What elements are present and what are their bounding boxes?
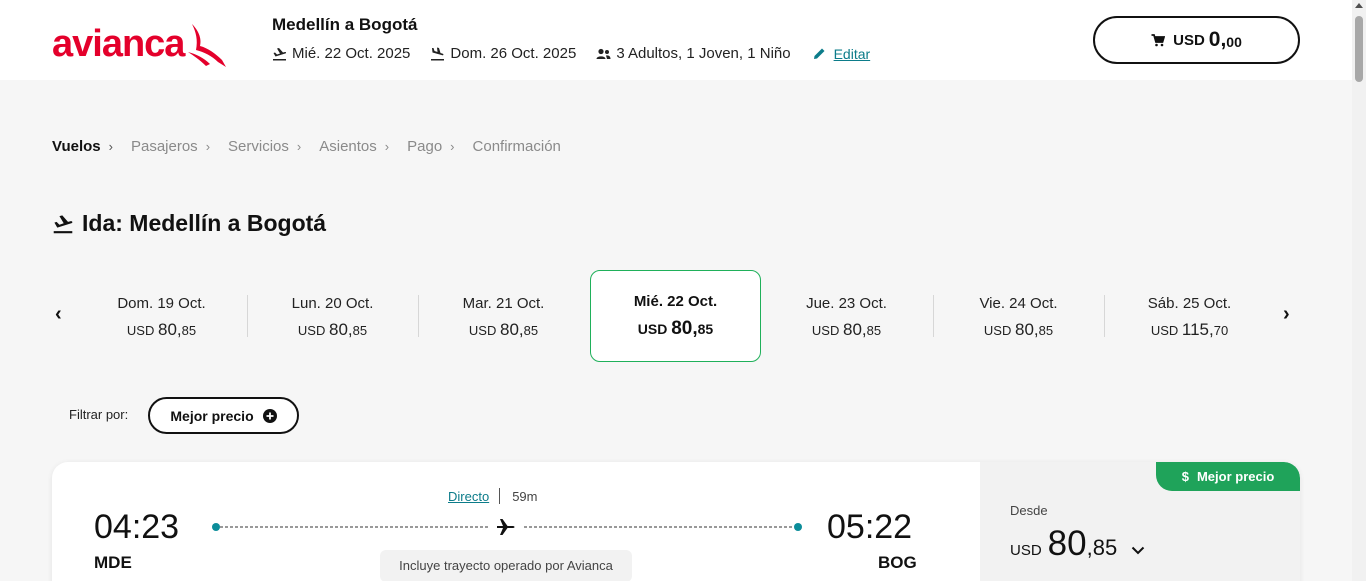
departure-date: Mié. 22 Oct. 2025 xyxy=(272,45,410,62)
date-option-day: Jue. 23 Oct. xyxy=(806,295,887,312)
airplane-icon xyxy=(497,519,515,535)
best-price-badge-label: Mejor precio xyxy=(1196,469,1275,484)
date-option-price: USD 80,85 xyxy=(126,320,197,339)
chevron-right-icon: › xyxy=(108,139,113,154)
plane-landing-icon xyxy=(431,47,445,60)
previous-dates-arrow-icon[interactable]: ‹ xyxy=(55,303,62,326)
flight-duration: 59m xyxy=(512,488,538,504)
arrival-time: 05:22 xyxy=(827,508,913,546)
chevron-right-icon: › xyxy=(384,139,390,154)
plane-takeoff-icon xyxy=(53,214,73,233)
avianca-bird-icon xyxy=(188,24,227,67)
cart-button[interactable]: USD 0, 00 xyxy=(1093,16,1300,64)
cart-amount-decimals: 00 xyxy=(1226,34,1242,50)
return-date-text: Dom. 26 Oct. 2025 xyxy=(450,45,577,62)
step-confirmacion: Confirmación xyxy=(473,138,561,155)
step-label: Pago xyxy=(407,138,443,155)
scrollbar-thumb[interactable] xyxy=(1355,16,1363,82)
plus-circle-icon xyxy=(262,408,277,423)
step-vuelos[interactable]: Vuelos › xyxy=(52,138,113,155)
date-option-day: Mar. 21 Oct. xyxy=(462,295,545,312)
pencil-icon xyxy=(813,48,825,59)
booking-steps-breadcrumb: Vuelos › Pasajeros › Servicios › Asientos › … xyxy=(52,138,579,155)
fare-amount-decimals: ,85 xyxy=(1086,535,1118,560)
step-pago: Pago › xyxy=(407,138,454,155)
departure-time: 04:23 xyxy=(94,508,180,546)
date-option[interactable]: Mar. 21 Oct. USD 80,85 xyxy=(418,294,589,340)
departure-airport-code: MDE xyxy=(94,553,132,572)
logo-text: avianca xyxy=(52,23,185,65)
flight-result-card[interactable]: 04:23 MDE Directo 59m Incluye trayecto o… xyxy=(52,462,1300,581)
step-pasajeros: Pasajeros › xyxy=(131,138,210,155)
best-price-badge: $ Mejor precio xyxy=(1156,462,1300,491)
date-option[interactable]: Vie. 24 Oct. USD 80,85 xyxy=(933,294,1104,340)
best-price-filter-button[interactable]: Mejor precio xyxy=(148,397,299,434)
cart-currency: USD xyxy=(1173,31,1205,49)
date-option-day: Lun. 20 Oct. xyxy=(291,295,374,312)
fare-currency: USD xyxy=(1010,542,1042,559)
route-info: Directo 59m xyxy=(448,488,537,504)
separator xyxy=(499,488,501,504)
step-asientos: Asientos › xyxy=(319,138,389,155)
date-option-price: USD 80,85 xyxy=(811,320,882,339)
date-option-price: USD 80,85 xyxy=(468,320,539,339)
chevron-right-icon: › xyxy=(450,139,455,154)
edit-link-label: Editar xyxy=(833,45,871,62)
fare-price-panel[interactable]: $ Mejor precio Desde USD 80 ,85 xyxy=(980,462,1300,581)
price-from-label: Desde xyxy=(1010,503,1048,518)
return-date: Dom. 26 Oct. 2025 xyxy=(430,45,576,62)
arrival-airport-code: BOG xyxy=(878,553,917,572)
date-option[interactable]: Jue. 23 Oct. USD 80,85 xyxy=(761,294,932,340)
date-option-price: USD 80,85 xyxy=(983,320,1054,339)
date-option[interactable]: Lun. 20 Oct. USD 80,85 xyxy=(247,294,418,340)
avianca-logo[interactable]: avianca xyxy=(52,20,230,68)
destination-dot xyxy=(794,523,802,531)
step-label: Servicios xyxy=(228,138,289,155)
date-option-day: Dom. 19 Oct. xyxy=(117,295,206,312)
date-option-day: Mié. 22 Oct. xyxy=(633,293,718,310)
chevron-right-icon: › xyxy=(296,139,302,154)
trip-summary: Mié. 22 Oct. 2025 Dom. 26 Oct. 2025 3 Ad… xyxy=(272,45,870,62)
chevron-right-icon: › xyxy=(205,139,211,154)
passenger-count: 3 Adultos, 1 Joven, 1 Niño xyxy=(596,45,791,62)
filter-label: Filtrar por: xyxy=(69,407,129,422)
vertical-scrollbar[interactable] xyxy=(1352,0,1366,581)
direct-flight-link[interactable]: Directo xyxy=(448,489,489,504)
fare-price: USD 80 ,85 xyxy=(1010,524,1145,564)
next-dates-arrow-icon[interactable]: › xyxy=(1283,303,1290,326)
filter-button-label: Mejor precio xyxy=(170,407,254,424)
date-option-day: Vie. 24 Oct. xyxy=(979,295,1058,312)
date-option[interactable]: Sáb. 25 Oct. USD 115,70 xyxy=(1104,294,1275,340)
origin-dot xyxy=(212,523,220,531)
step-label: Pasajeros xyxy=(130,138,198,155)
cart-icon xyxy=(1151,33,1166,46)
step-label: Asientos xyxy=(319,138,377,155)
outbound-section-title: Ida: Medellín a Bogotá xyxy=(52,210,326,237)
date-option[interactable]: Dom. 19 Oct. USD 80,85 xyxy=(76,294,247,340)
dollar-icon: $ xyxy=(1181,469,1189,484)
date-option-price: USD 80,85 xyxy=(297,320,368,339)
edit-search-link[interactable]: Editar xyxy=(813,45,871,62)
departure-date-text: Mié. 22 Oct. 2025 xyxy=(292,45,411,62)
cart-amount: 0, xyxy=(1208,28,1227,51)
scroll-up-arrow-icon[interactable] xyxy=(1355,3,1363,8)
fare-amount: 80 xyxy=(1047,524,1087,563)
step-servicios: Servicios › xyxy=(228,138,301,155)
date-option-price: USD 80,85 xyxy=(637,318,714,339)
date-option-selected[interactable]: Mié. 22 Oct. USD 80,85 xyxy=(590,270,761,362)
top-header: avianca Medellín a Bogotá Mié. 22 Oct. 2… xyxy=(0,0,1352,80)
plane-takeoff-icon xyxy=(273,47,287,60)
date-option-price: USD 115,70 xyxy=(1150,320,1229,339)
passenger-count-text: 3 Adultos, 1 Joven, 1 Niño xyxy=(616,45,791,62)
passengers-icon xyxy=(596,48,611,59)
chevron-down-icon[interactable] xyxy=(1131,542,1145,560)
date-option-day: Sáb. 25 Oct. xyxy=(1147,295,1232,312)
step-label: Vuelos xyxy=(52,138,101,155)
trip-title: Medellín a Bogotá xyxy=(272,15,418,34)
section-title-text: Ida: Medellín a Bogotá xyxy=(82,210,327,236)
step-label: Confirmación xyxy=(472,138,561,155)
operated-by-note: Incluye trayecto operado por Avianca xyxy=(380,550,632,581)
